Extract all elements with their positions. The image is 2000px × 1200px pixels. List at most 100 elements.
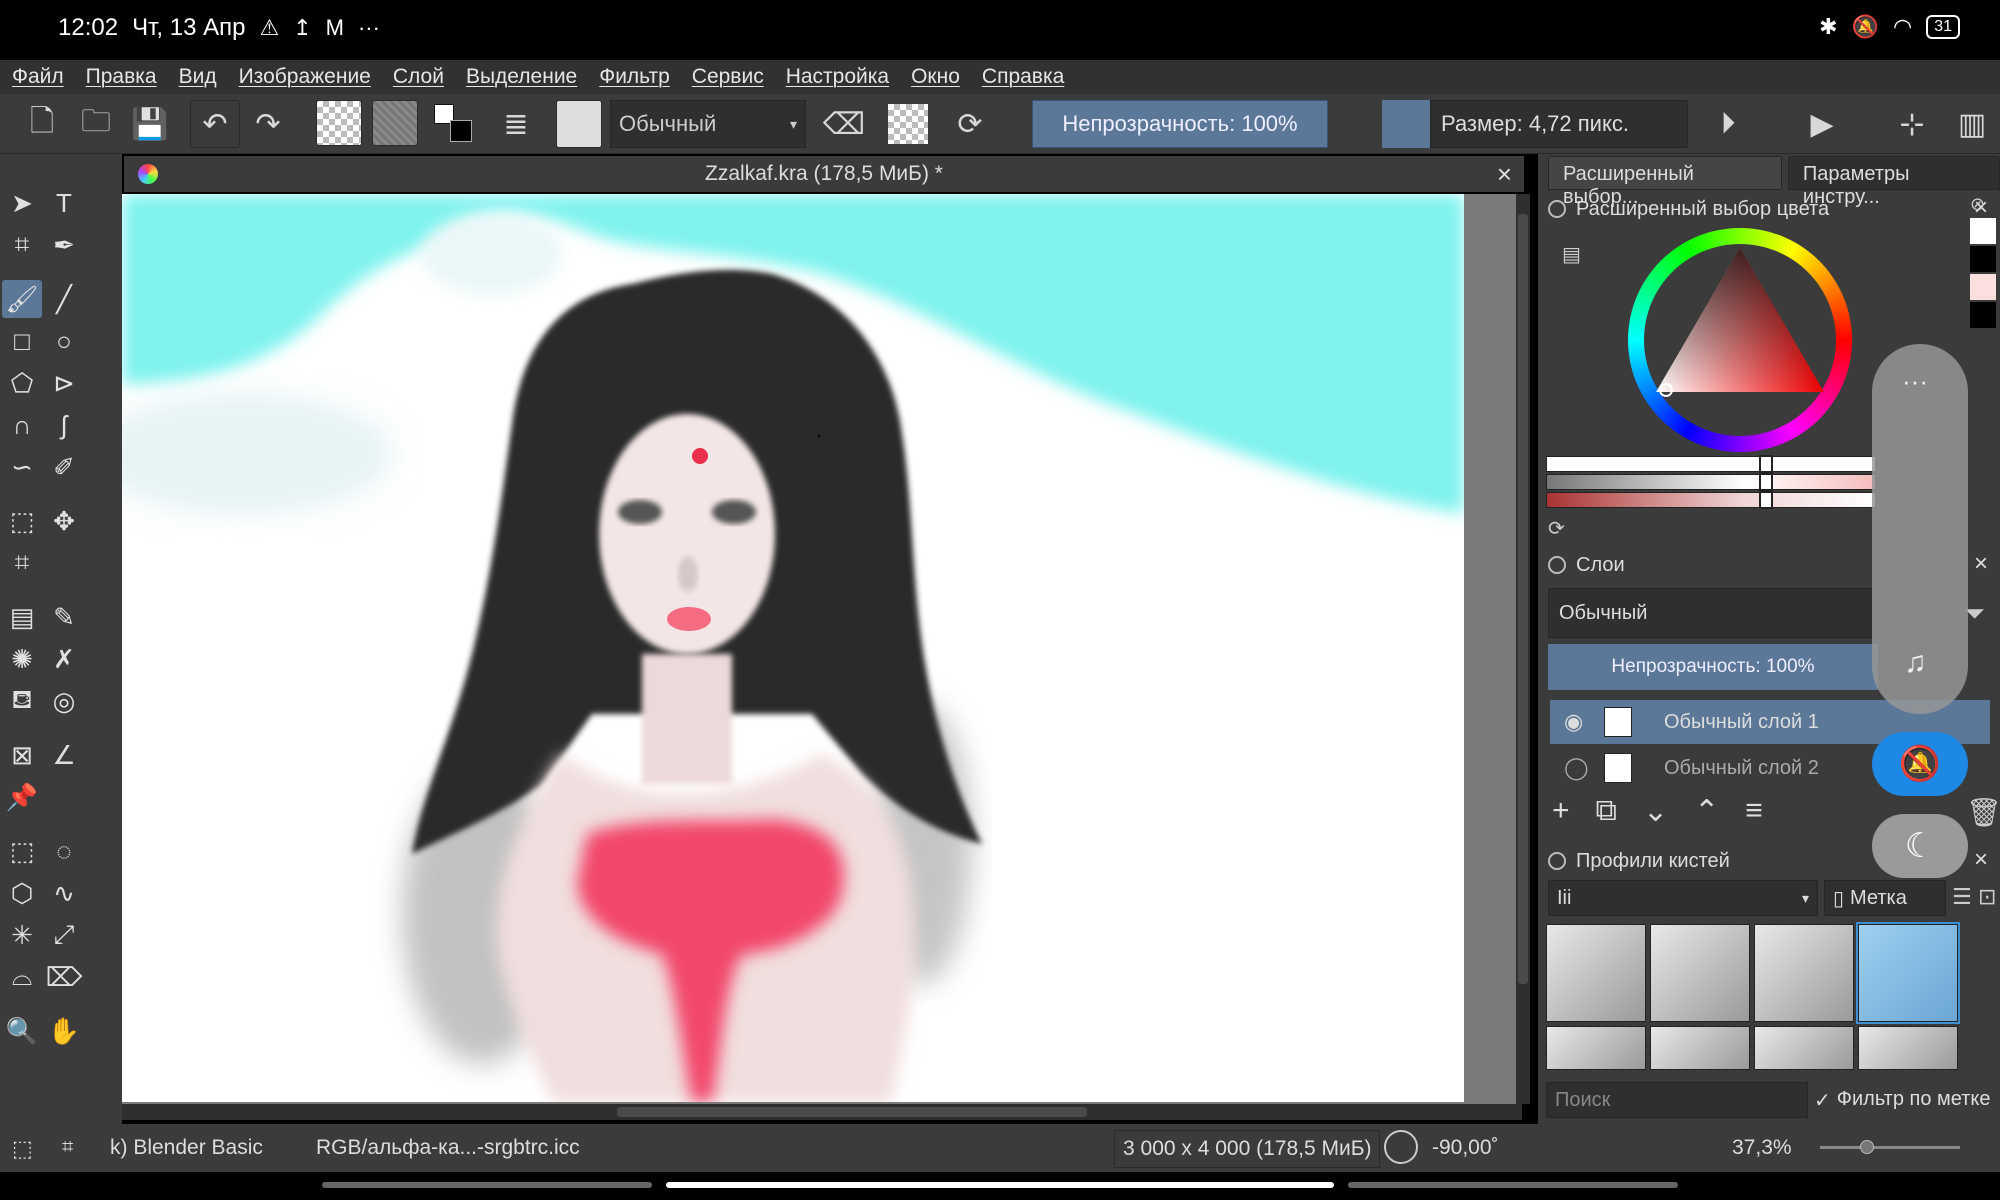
- duplicate-layer-icon[interactable]: ⧉: [1596, 794, 1617, 829]
- dnd-toggle-button[interactable]: 🔕: [1872, 732, 1968, 796]
- zoom-tool-icon[interactable]: 🔍: [2, 1012, 42, 1050]
- refresh-icon[interactable]: ⟳: [1548, 516, 1565, 541]
- menu-tools[interactable]: Сервис: [692, 65, 764, 89]
- selection-mode-icon[interactable]: ⬚: [12, 1136, 33, 1162]
- color-picker-icon[interactable]: ✎: [44, 598, 84, 636]
- opacity-slider[interactable]: Непрозрачность: 100%: [1032, 100, 1328, 148]
- menu-filter[interactable]: Фильтр: [599, 65, 670, 89]
- assistant-tool-icon[interactable]: ⊠: [2, 736, 42, 774]
- redo-icon[interactable]: ↷: [246, 100, 290, 148]
- color-history[interactable]: ⊘: [1970, 194, 1996, 394]
- ellipse-select-icon[interactable]: ◌: [44, 832, 84, 870]
- menu-edit[interactable]: Правка: [86, 65, 157, 89]
- fill-pattern[interactable]: [372, 100, 418, 146]
- layer-properties-icon[interactable]: ≡: [1745, 794, 1763, 829]
- visibility-eye-icon[interactable]: ◯: [1564, 755, 1589, 781]
- freehand-brush-icon[interactable]: 🖌: [2, 280, 42, 318]
- contiguous-select-icon[interactable]: ✳: [2, 916, 42, 954]
- more-options-icon[interactable]: ···: [1902, 366, 1928, 397]
- edit-shapes-icon[interactable]: ⌗: [2, 226, 42, 264]
- reload-preset-icon[interactable]: ⟳: [948, 100, 992, 148]
- dark-mode-button[interactable]: ☾: [1872, 814, 1968, 878]
- zoom-slider-handle[interactable]: [1860, 1140, 1874, 1154]
- new-document-icon[interactable]: 🗋: [22, 100, 62, 148]
- clear-history-icon[interactable]: ⊘: [1970, 194, 1996, 216]
- fill-tool-icon[interactable]: ⛾: [2, 682, 42, 720]
- transform-tool-icon[interactable]: ⬚: [2, 502, 42, 540]
- brush-preset[interactable]: [1546, 1026, 1646, 1070]
- alpha-lock-icon[interactable]: [888, 104, 928, 144]
- lock-icon[interactable]: [1548, 556, 1566, 574]
- image-dimensions[interactable]: 3 000 x 4 000 (178,5 МиБ): [1114, 1130, 1381, 1168]
- freehand-select-icon[interactable]: ∿: [44, 874, 84, 912]
- hue-slider[interactable]: [1546, 491, 1876, 509]
- layer-opacity-slider[interactable]: Непрозрачность: 100%: [1548, 644, 1878, 690]
- freehand-path-icon[interactable]: ʃ: [44, 406, 84, 444]
- menu-settings[interactable]: Настройка: [786, 65, 889, 89]
- menu-view[interactable]: Вид: [179, 65, 217, 89]
- layer-blend-mode-select[interactable]: Обычный: [1548, 588, 1878, 638]
- save-icon[interactable]: 💾: [130, 100, 170, 148]
- brush-preset[interactable]: [1650, 924, 1750, 1022]
- gradient-tool-icon[interactable]: ▤: [2, 598, 42, 636]
- color-settings-icon[interactable]: ▤: [1562, 242, 1581, 267]
- saturation-slider[interactable]: [1546, 473, 1876, 491]
- tab-advanced-color[interactable]: Расширенный выбор...: [1548, 156, 1782, 208]
- polygon-select-icon[interactable]: ⬡: [2, 874, 42, 912]
- brush-search-input[interactable]: Поиск: [1546, 1082, 1808, 1118]
- multibrush-icon[interactable]: ✐: [44, 448, 84, 486]
- brush-presets-icon[interactable]: ≣: [494, 100, 538, 148]
- menu-image[interactable]: Изображение: [239, 65, 371, 89]
- size-slider[interactable]: Размер: 4,72 пикс.: [1430, 100, 1688, 148]
- select-shapes-icon[interactable]: ➤: [2, 184, 42, 222]
- canvas-viewport[interactable]: [122, 194, 1522, 1104]
- vertical-scrollbar[interactable]: [1516, 194, 1530, 1104]
- selection-display-icon[interactable]: ⌗: [62, 1136, 73, 1159]
- mirror-vertical-icon[interactable]: ▶: [1800, 100, 1844, 148]
- lock-icon[interactable]: [1548, 852, 1566, 870]
- brush-preset[interactable]: [1546, 924, 1646, 1022]
- color-triangle[interactable]: [1644, 244, 1836, 436]
- crop-wrap-icon[interactable]: ⊹: [1890, 100, 1934, 148]
- blend-mode-select[interactable]: Обычный ▾: [610, 100, 806, 148]
- menu-select[interactable]: Выделение: [466, 65, 577, 89]
- zoom-slider[interactable]: [1820, 1140, 1960, 1154]
- crop-tool-icon[interactable]: ⌗: [2, 544, 42, 582]
- enclose-fill-icon[interactable]: ◎: [44, 682, 84, 720]
- delete-layer-icon[interactable]: 🗑: [1966, 796, 2000, 829]
- painting-canvas[interactable]: [122, 194, 1464, 1102]
- tab-tool-options[interactable]: Параметры инстру...: [1787, 156, 2000, 208]
- import-icon[interactable]: ⊡: [1978, 884, 1996, 910]
- close-panel-icon[interactable]: ×: [1974, 550, 1988, 578]
- workspace-icon[interactable]: ▥: [1950, 100, 1994, 148]
- close-panel-icon[interactable]: ×: [1974, 846, 1988, 874]
- view-menu-icon[interactable]: ☰: [1952, 884, 1972, 910]
- ellipse-tool-icon[interactable]: ○: [44, 322, 84, 360]
- bezier-select-icon[interactable]: ⌓: [2, 958, 42, 996]
- filter-by-tag-checkbox[interactable]: ✓ Фильтр по метке: [1814, 1088, 1991, 1113]
- brush-preset[interactable]: [1754, 1026, 1854, 1070]
- bezier-tool-icon[interactable]: ∩: [2, 406, 42, 444]
- brush-preset[interactable]: [1858, 1026, 1958, 1070]
- calligraphy-icon[interactable]: ✒: [44, 226, 84, 264]
- line-tool-icon[interactable]: ╱: [44, 280, 84, 318]
- color-wheel[interactable]: [1628, 228, 1852, 452]
- open-folder-icon[interactable]: 🗀: [76, 100, 116, 148]
- move-tool-icon[interactable]: ✥: [44, 502, 84, 540]
- visibility-eye-icon[interactable]: ◉: [1564, 709, 1583, 735]
- reference-tool-icon[interactable]: 📌: [2, 778, 42, 816]
- rotation-dial-icon[interactable]: [1384, 1130, 1418, 1164]
- pan-tool-icon[interactable]: ✋: [44, 1012, 84, 1050]
- tag-button[interactable]: ▯ Метка: [1824, 880, 1946, 916]
- rectangle-tool-icon[interactable]: □: [2, 322, 42, 360]
- magnetic-select-icon[interactable]: ⌦: [44, 958, 84, 996]
- dynamic-brush-icon[interactable]: ∽: [2, 448, 42, 486]
- nav-home-handle[interactable]: [666, 1182, 1334, 1188]
- undo-icon[interactable]: ↶: [190, 100, 240, 148]
- menu-window[interactable]: Окно: [911, 65, 960, 89]
- value-slider[interactable]: [1546, 455, 1876, 473]
- similar-select-icon[interactable]: ⤢: [44, 916, 84, 954]
- colorize-mask-icon[interactable]: ✗: [44, 640, 84, 678]
- brush-preset[interactable]: [1754, 924, 1854, 1022]
- menu-help[interactable]: Справка: [982, 65, 1064, 89]
